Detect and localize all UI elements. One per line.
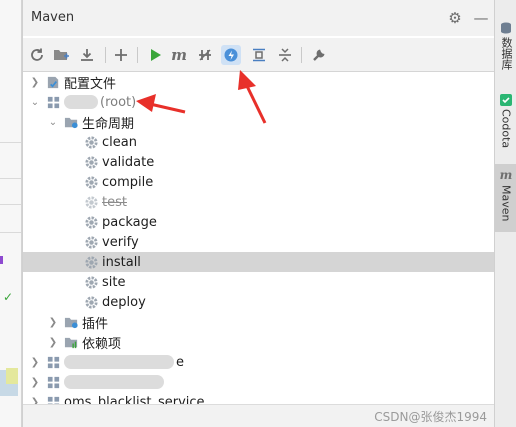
tree-node-dependencies[interactable]: ❯ 依赖项 [23,332,495,352]
gear-icon [83,154,99,170]
maven-toolbar: m [23,38,495,72]
gear-icon [83,214,99,230]
right-tool-strip: 数据库 Codota m Maven [494,0,516,427]
tree-node-lifecycle[interactable]: ⌄ 生命周期 [23,112,495,132]
lifecycle-goal-verify[interactable]: verify [23,232,495,252]
editor-line [0,204,21,205]
lifecycle-goal-package[interactable]: package [23,212,495,232]
editor-fragment [6,368,18,384]
chevron-down-icon[interactable]: ⌄ [47,116,59,128]
chevron-right-icon[interactable]: ❯ [29,76,41,88]
maven-module-icon [45,94,61,110]
settings-wrench-icon[interactable] [309,45,329,65]
gear-icon[interactable]: ⚙ [447,10,463,26]
maven-module-icon [45,374,61,390]
maven-project-tree: ❯ 配置文件 ⌄ (root) ⌄ 生命周期 clean validate co… [23,72,495,427]
lifecycle-goal-test[interactable]: test [23,192,495,212]
tree-node-label: 生命周期 [82,116,135,132]
lifecycle-goal-deploy[interactable]: deploy [23,292,495,312]
gear-icon [83,294,99,310]
tree-node-module[interactable]: ❯ e [23,352,495,372]
tree-node-config-files[interactable]: ❯ 配置文件 [23,72,495,92]
gear-icon [83,274,99,290]
check-icon: ✓ [3,290,14,304]
goal-label-skipped: test [102,194,127,210]
dependencies-folder-icon [63,334,79,350]
goal-label: validate [102,154,155,170]
toggle-offline-icon[interactable] [195,45,215,65]
tree-node-label: 插件 [82,316,109,332]
redacted-module-name [64,375,164,389]
maven-module-icon [45,354,61,370]
database-icon [501,22,511,34]
config-files-icon [45,74,61,90]
tab-codota[interactable]: Codota [495,94,516,158]
watermark: CSDN@张俊杰1994 [374,410,487,424]
change-marker [0,256,3,264]
redacted-module-name [64,95,98,109]
editor-gutter: ✓ [0,0,22,427]
lifecycle-goal-site[interactable]: site [23,272,495,292]
chevron-right-icon[interactable]: ❯ [47,336,59,348]
tab-database[interactable]: 数据库 [495,22,516,84]
maven-goal-icon[interactable]: m [169,45,189,65]
lifecycle-goal-validate[interactable]: validate [23,152,495,172]
tree-node-label: 依赖项 [82,336,122,352]
toolbar-separator [137,47,138,63]
lifecycle-goal-compile[interactable]: compile [23,172,495,192]
gear-icon [83,134,99,150]
goal-label: site [102,274,126,290]
tree-node-label: e [176,354,184,370]
gear-icon [83,234,99,250]
toolbar-separator [301,47,302,63]
plugins-folder-icon [63,314,79,330]
goal-label: deploy [102,294,146,310]
gear-icon [83,254,99,270]
tree-node-module[interactable]: ❯ [23,372,495,392]
show-dependencies-icon[interactable] [249,45,269,65]
tree-node-root-project[interactable]: ⌄ (root) [23,92,495,112]
status-strip: CSDN@张俊杰1994 [23,404,495,427]
tool-window-header: Maven ⚙ — [23,0,495,36]
tree-node-label: (root) [100,94,137,110]
tab-label: Maven [499,185,513,222]
chevron-right-icon[interactable]: ❯ [47,316,59,328]
lifecycle-goal-clean[interactable]: clean [23,132,495,152]
add-icon[interactable] [111,45,131,65]
chevron-right-icon[interactable]: ❯ [29,356,41,368]
goal-label: clean [102,134,137,150]
skip-tests-icon[interactable] [221,45,241,65]
run-icon[interactable] [145,45,165,65]
goal-label: verify [102,234,139,250]
goal-label: compile [102,174,154,190]
tree-node-plugins[interactable]: ❯ 插件 [23,312,495,332]
gear-icon [83,194,99,210]
maven-icon: m [499,168,513,182]
tab-label: Codota [499,109,513,149]
collapse-all-icon[interactable] [275,45,295,65]
editor-line [0,178,21,179]
tab-maven[interactable]: m Maven [495,164,516,232]
tool-window-title: Maven [31,10,75,25]
tab-label: 数据库 [500,37,513,70]
lifecycle-goal-install[interactable]: install [23,252,495,272]
reload-icon[interactable] [27,45,47,65]
chevron-right-icon[interactable]: ❯ [29,376,41,388]
chevron-down-icon[interactable]: ⌄ [29,96,41,108]
maven-tool-window: Maven ⚙ — m ❯ 配置文件 ⌄ (root) ⌄ 生命周期 clean… [22,0,495,427]
minus-icon[interactable]: — [473,10,489,26]
editor-line [0,232,21,233]
tree-node-label: 配置文件 [64,76,117,92]
lifecycle-folder-icon [63,114,79,130]
goal-label: package [102,214,157,230]
toolbar-separator [105,47,106,63]
download-icon[interactable] [77,45,97,65]
codota-icon [500,94,512,106]
gear-icon [83,174,99,190]
goal-label: install [102,254,141,270]
add-folder-icon[interactable] [51,45,71,65]
redacted-module-name [64,355,174,369]
editor-line [0,142,21,143]
